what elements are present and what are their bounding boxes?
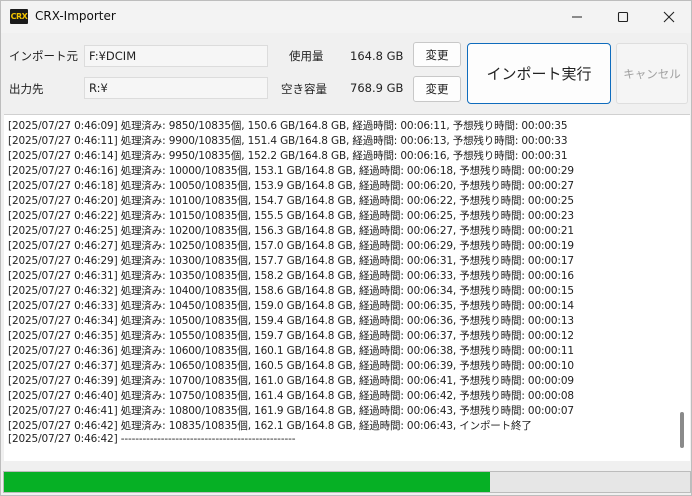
log-line: [2025/07/27 0:46:14] 処理済み: 9950/10835個, … — [8, 150, 568, 162]
window-title: CRX-Importer — [35, 9, 116, 23]
log-line: [2025/07/27 0:46:09] 処理済み: 9850/10835個, … — [8, 120, 568, 132]
log-line: [2025/07/27 0:46:41] 処理済み: 10800/10835個,… — [8, 405, 574, 417]
app-window: CRX CRX-Importer インポート元 F:¥DCIM 出力先 R:¥ … — [0, 0, 692, 496]
maximize-icon — [617, 11, 629, 23]
log-line: [2025/07/27 0:46:16] 処理済み: 10000/10835個,… — [8, 165, 574, 177]
log-line: [2025/07/27 0:46:39] 処理済み: 10700/10835個,… — [8, 375, 574, 387]
import-source-field[interactable]: F:¥DCIM — [84, 45, 268, 67]
log-line: [2025/07/27 0:46:40] 処理済み: 10750/10835個,… — [8, 390, 574, 402]
output-field[interactable]: R:¥ — [84, 77, 268, 99]
minimize-button[interactable] — [554, 1, 600, 33]
used-value: 164.8 GB — [350, 49, 404, 63]
log-output[interactable]: [2025/07/27 0:46:09] 処理済み: 9850/10835個, … — [4, 114, 690, 461]
minimize-icon — [572, 16, 582, 18]
log-line: [2025/07/27 0:46:25] 処理済み: 10200/10835個,… — [8, 225, 574, 237]
import-source-label: インポート元 — [9, 49, 78, 63]
progress-bar — [3, 471, 691, 493]
app-logo-icon: CRX — [10, 9, 28, 24]
used-label: 使用量 — [289, 49, 324, 63]
log-line: [2025/07/27 0:46:42] -------------------… — [8, 433, 296, 445]
log-line: [2025/07/27 0:46:35] 処理済み: 10550/10835個,… — [8, 330, 574, 342]
log-line: [2025/07/27 0:46:32] 処理済み: 10400/10835個,… — [8, 285, 574, 297]
log-line: [2025/07/27 0:46:31] 処理済み: 10350/10835個,… — [8, 270, 574, 282]
log-line: [2025/07/27 0:46:18] 処理済み: 10050/10835個,… — [8, 180, 574, 192]
free-space-label: 空き容量 — [281, 82, 327, 96]
log-scrollbar[interactable] — [676, 114, 688, 460]
close-icon — [663, 11, 675, 23]
free-space-value: 768.9 GB — [350, 81, 404, 95]
output-label: 出力先 — [9, 82, 44, 96]
log-line: [2025/07/27 0:46:33] 処理済み: 10450/10835個,… — [8, 300, 574, 312]
log-line: [2025/07/27 0:46:27] 処理済み: 10250/10835個,… — [8, 240, 574, 252]
progress-bar-fill — [4, 472, 490, 492]
run-import-button[interactable]: インポート実行 — [467, 43, 611, 104]
scrollbar-thumb[interactable] — [680, 412, 684, 448]
title-bar[interactable]: CRX CRX-Importer — [1, 1, 691, 33]
log-line: [2025/07/27 0:46:29] 処理済み: 10300/10835個,… — [8, 255, 574, 267]
maximize-button[interactable] — [600, 1, 646, 33]
close-button[interactable] — [646, 1, 692, 33]
log-line: [2025/07/27 0:46:34] 処理済み: 10500/10835個,… — [8, 315, 574, 327]
log-line: [2025/07/27 0:46:36] 処理済み: 10600/10835個,… — [8, 345, 574, 357]
log-line: [2025/07/27 0:46:20] 処理済み: 10100/10835個,… — [8, 195, 574, 207]
change-output-button[interactable]: 変更 — [413, 76, 461, 102]
log-line: [2025/07/27 0:46:11] 処理済み: 9900/10835個, … — [8, 135, 568, 147]
cancel-button[interactable]: キャンセル — [616, 43, 688, 104]
log-line: [2025/07/27 0:46:22] 処理済み: 10150/10835個,… — [8, 210, 574, 222]
change-source-button[interactable]: 変更 — [413, 42, 461, 67]
log-line: [2025/07/27 0:46:42] 処理済み: 10835/10835個,… — [8, 420, 532, 432]
log-line: [2025/07/27 0:46:37] 処理済み: 10650/10835個,… — [8, 360, 574, 372]
